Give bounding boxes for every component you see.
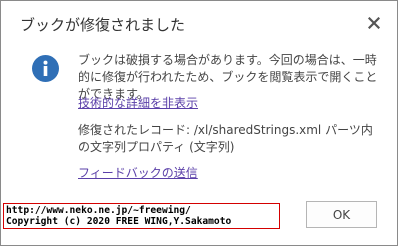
info-icon	[32, 55, 59, 82]
dialog-title: ブックが修復されました	[20, 16, 186, 34]
watermark-url: http://www.neko.ne.jp/~freewing/	[6, 205, 191, 216]
copyright-watermark: http://www.neko.ne.jp/~freewing/ Copyrig…	[3, 203, 280, 229]
hide-details-link[interactable]: 技術的な詳細を非表示	[78, 95, 198, 112]
repair-detail-text: 修復されたレコード: /xl/sharedStrings.xml パーツ内の文字…	[78, 123, 373, 154]
close-icon	[368, 17, 380, 29]
watermark-copyright: Copyright (c) 2020 FREE WING,Y.Sakamoto	[6, 216, 232, 227]
ok-button[interactable]: OK	[306, 201, 377, 228]
send-feedback-link[interactable]: フィードバックの送信	[78, 165, 198, 182]
close-button[interactable]	[363, 12, 385, 34]
